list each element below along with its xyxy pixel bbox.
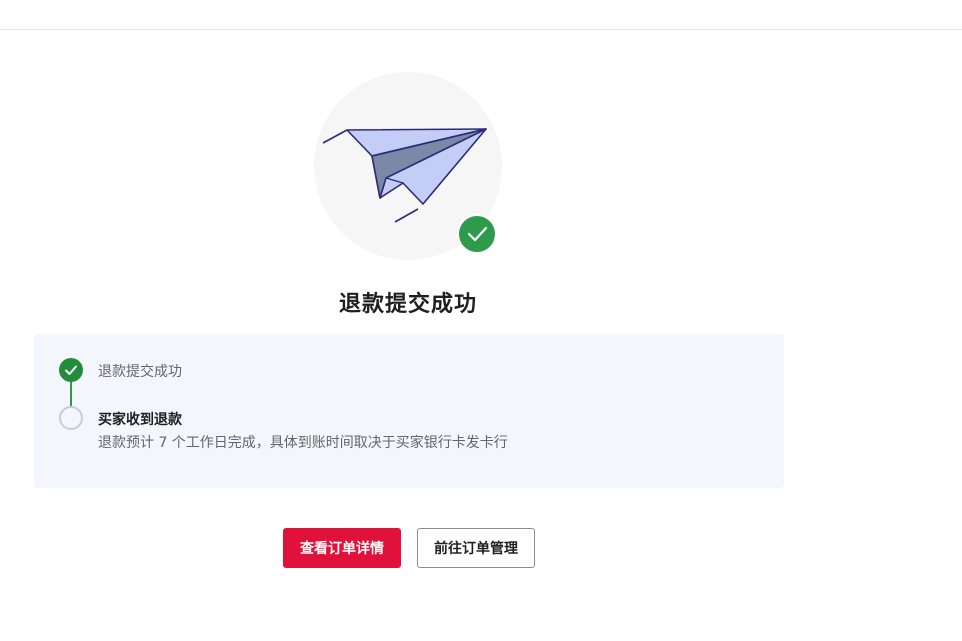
success-check-badge xyxy=(457,214,497,254)
step-done-indicator xyxy=(59,358,83,382)
refund-success-page: 退款提交成功 退款提交成功 买家收到退款 退款预计 7 个工作日完成，具体到账时… xyxy=(0,0,962,641)
step-label-submitted: 退款提交成功 xyxy=(98,364,182,380)
go-order-management-button[interactable]: 前往订单管理 xyxy=(417,528,535,568)
refund-progress-panel: 退款提交成功 买家收到退款 退款预计 7 个工作日完成，具体到账时间取决于买家银… xyxy=(34,334,784,488)
view-order-detail-button[interactable]: 查看订单详情 xyxy=(283,528,401,568)
check-icon xyxy=(65,365,77,375)
step-description: 退款预计 7 个工作日完成，具体到账时间取决于买家银行卡发卡行 xyxy=(98,435,508,451)
step-connector-line xyxy=(70,382,72,406)
result-title: 退款提交成功 xyxy=(338,292,477,317)
check-icon xyxy=(467,226,488,242)
step-label-received: 买家收到退款 xyxy=(98,412,182,428)
step-pending-indicator xyxy=(59,406,83,430)
header-divider xyxy=(0,29,962,30)
